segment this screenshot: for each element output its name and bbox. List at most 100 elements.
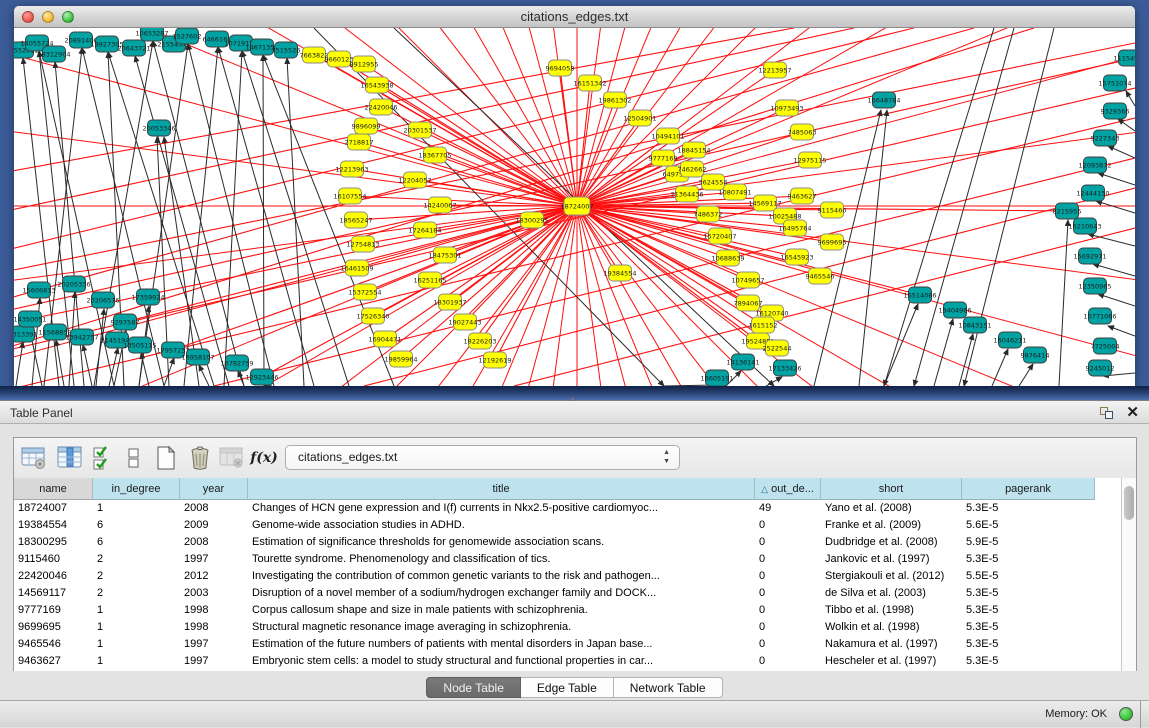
network-node[interactable]: 16543938 — [360, 77, 393, 93]
network-node[interactable]: 15751074 — [1098, 75, 1131, 91]
network-node[interactable]: 16151342 — [573, 75, 606, 91]
table-selector-dropdown[interactable]: citations_edges.txt ▲▼ — [285, 445, 680, 470]
network-node[interactable]: 17133426 — [768, 360, 801, 376]
network-node[interactable]: 12444150 — [1076, 185, 1109, 201]
column-header-title[interactable]: title — [248, 478, 755, 500]
network-node[interactable]: 17359924 — [131, 289, 164, 305]
network-node[interactable]: 9329366 — [1101, 103, 1130, 119]
table-cell: 5.3E-5 — [962, 602, 1095, 619]
table-row[interactable]: 969969511998Structural magnetic resonanc… — [14, 619, 1136, 636]
table-cell: Disruption of a novel member of a sodium… — [248, 585, 755, 602]
network-hub-node[interactable]: 18724007 — [560, 197, 593, 215]
panel-splitter-handle[interactable]: ▲ — [569, 397, 579, 403]
table-row[interactable]: 977716911998Corpus callosum shape and si… — [14, 602, 1136, 619]
network-node[interactable]: 16046211 — [993, 332, 1026, 348]
network-node[interactable]: 1615152 — [749, 317, 778, 333]
network-node[interactable]: 19384554 — [603, 265, 636, 281]
network-node[interactable]: 16545923 — [780, 249, 813, 265]
network-node[interactable]: 1527602 — [173, 28, 202, 44]
network-node[interactable]: 12975115 — [793, 152, 826, 168]
table-row[interactable]: 946554611997Estimation of the future num… — [14, 636, 1136, 653]
network-node[interactable]: 10494101 — [651, 128, 684, 144]
network-node[interactable]: 9227343 — [1091, 130, 1120, 146]
show-column-icon[interactable] — [56, 444, 84, 472]
column-header-out_de[interactable]: △ out_de... — [755, 478, 821, 500]
network-canvas[interactable]: 2055201114055724183129042089140619927305… — [14, 28, 1135, 386]
network-node[interactable]: 9245012 — [1086, 360, 1115, 376]
network-node[interactable]: 7462662 — [678, 161, 707, 177]
column-header-in_degree[interactable]: in_degree — [93, 478, 180, 500]
table-row[interactable]: 2242004622012Investigating the contribut… — [14, 568, 1136, 585]
window-title: citations_edges.txt — [14, 9, 1135, 24]
network-node[interactable]: 18226203 — [463, 333, 496, 349]
select-rows-icon[interactable] — [90, 444, 118, 472]
network-node[interactable]: 7725004 — [1091, 338, 1120, 354]
new-table-icon[interactable] — [152, 444, 180, 472]
column-header-pagerank[interactable]: pagerank — [962, 478, 1095, 500]
float-panel-icon[interactable] — [1100, 407, 1113, 419]
table-row[interactable]: 1456911722003Disruption of a novel membe… — [14, 585, 1136, 602]
column-header-short[interactable]: short — [821, 478, 962, 500]
network-node[interactable]: 16648784 — [867, 92, 900, 108]
network-node[interactable]: 15606813 — [22, 282, 55, 298]
network-node[interactable]: 12504901 — [623, 110, 656, 126]
tab-edge-table[interactable]: Edge Table — [521, 677, 614, 698]
tab-node-table[interactable]: Node Table — [426, 677, 521, 698]
table-row[interactable]: 946362711997Embryonic stem cells: a mode… — [14, 653, 1136, 670]
table-row[interactable]: 1938455462009Genome-wide association stu… — [14, 517, 1136, 534]
function-builder-icon[interactable]: f(x) — [250, 444, 278, 472]
network-node[interactable]: 9876414 — [1021, 347, 1050, 363]
network-node[interactable]: 18301937 — [433, 294, 466, 310]
delete-table-icon[interactable] — [186, 444, 214, 472]
network-node[interactable]: 7485063 — [788, 124, 817, 140]
table-cell: 5.3E-5 — [962, 585, 1095, 602]
network-graph[interactable]: 2055201114055724183129042089140619927305… — [14, 28, 1135, 386]
network-node[interactable]: 12754813 — [346, 236, 379, 252]
network-node[interactable]: 9896099 — [352, 118, 381, 134]
table-row[interactable]: 911546021997Tourette syndrome. Phenomeno… — [14, 551, 1136, 568]
network-node[interactable]: 9699695 — [818, 234, 847, 250]
network-node[interactable]: 15692971 — [1073, 248, 1106, 264]
table-settings-icon[interactable] — [20, 444, 48, 472]
network-node[interactable]: 9313391 — [14, 326, 37, 342]
network-node[interactable]: 12350965 — [1078, 278, 1111, 294]
network-node[interactable]: 7486372 — [694, 206, 723, 222]
network-node[interactable]: 7515526 — [272, 42, 301, 58]
network-node[interactable]: 16107554 — [333, 188, 366, 204]
network-node[interactable]: 11154988 — [1113, 50, 1135, 66]
network-node[interactable]: 9465546 — [806, 268, 835, 284]
network-node[interactable]: 12192619 — [478, 352, 511, 368]
network-node[interactable]: 12204057 — [398, 172, 431, 188]
table-row[interactable]: 1830029562008Estimation of significance … — [14, 534, 1136, 551]
scrollbar-thumb[interactable] — [1124, 486, 1134, 520]
network-node[interactable]: 20206576 — [86, 292, 119, 308]
close-panel-icon[interactable]: ✕ — [1126, 403, 1139, 421]
network-node[interactable]: 9694058 — [546, 60, 575, 76]
network-node[interactable]: 16210643 — [1068, 218, 1101, 234]
network-node[interactable]: 9115460 — [818, 202, 847, 218]
vertical-scrollbar[interactable] — [1121, 478, 1136, 671]
network-node[interactable]: 10843151 — [958, 317, 991, 333]
tab-network-table[interactable]: Network Table — [614, 677, 723, 698]
network-node[interactable]: 9297587 — [111, 314, 140, 330]
network-window-titlebar[interactable]: citations_edges.txt — [14, 6, 1135, 28]
column-header-name[interactable]: name — [14, 478, 93, 500]
table-row[interactable]: 1872400712008Changes of HCN gene express… — [14, 500, 1136, 517]
column-header-year[interactable]: year — [180, 478, 248, 500]
network-node[interactable]: 9463627 — [788, 188, 817, 204]
delete-column-icon[interactable] — [218, 444, 246, 472]
network-node[interactable]: 9777169 — [649, 150, 678, 166]
network-node[interactable]: 10771066 — [1083, 308, 1116, 324]
sort-ascending-icon: △ — [761, 484, 768, 494]
network-node[interactable]: 8215955 — [1053, 203, 1082, 219]
network-node[interactable]: 19859964 — [384, 351, 417, 367]
network-node[interactable]: 18565247 — [339, 212, 372, 228]
network-node[interactable]: 8912955 — [350, 56, 379, 72]
network-node[interactable]: 2718817 — [345, 134, 374, 150]
row-height-icon[interactable] — [120, 444, 148, 472]
network-node[interactable]: 2522544 — [763, 340, 792, 356]
network-node[interactable]: 14350051 — [14, 311, 47, 327]
network-node[interactable]: 20053346 — [142, 120, 175, 136]
network-node[interactable]: 19027443 — [448, 314, 481, 330]
network-node[interactable]: 15372554 — [348, 284, 381, 300]
